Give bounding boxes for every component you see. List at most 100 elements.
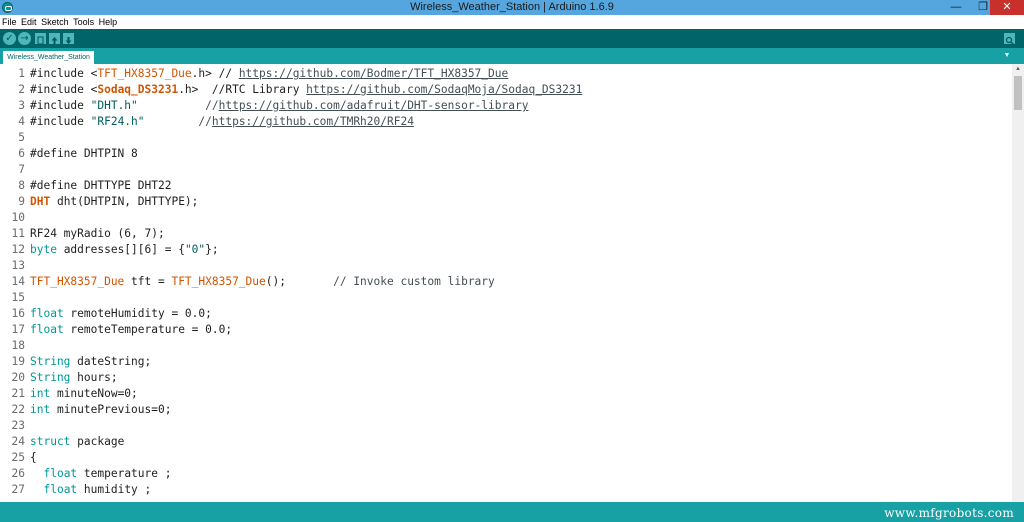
code-token: hours; [70,371,118,384]
code-line[interactable]: 10 [0,210,1012,226]
code-line[interactable]: 17 float remoteTemperature = 0.0; [0,322,1012,338]
code-token: float [30,307,64,320]
code-editor[interactable]: 1 #include <TFT_HX8357_Due.h> // https://… [0,64,1012,502]
code-line[interactable]: 26 float temperature ; [0,466,1012,482]
menu-tools[interactable]: Tools [71,15,94,29]
window-titlebar[interactable]: Wireless_Weather_Station | Arduino 1.6.9… [0,0,1024,15]
scrollbar-thumb[interactable] [1014,76,1022,110]
menu-sketch[interactable]: Sketch [39,15,69,29]
code-line[interactable]: 9 DHT dht(DHTPIN, DHTTYPE); [0,194,1012,210]
code-token: #include < [30,83,98,96]
code-text: float remoteHumidity = 0.0; [30,306,212,322]
line-number: 1 [18,67,25,80]
code-text: #include <TFT_HX8357_Due.h> // https://g… [30,66,508,82]
line-number: 27 [11,483,25,496]
code-line[interactable]: 16 float remoteHumidity = 0.0; [0,306,1012,322]
code-line[interactable]: 25 { [0,450,1012,466]
code-line[interactable]: 21 int minuteNow=0; [0,386,1012,402]
menu-bar: File Edit Sketch Tools Help [0,15,1024,29]
code-token: float [30,323,64,336]
code-token: String [30,371,71,384]
code-line[interactable]: 27 float humidity ; [0,482,1012,498]
line-number: 20 [11,371,25,384]
checkmark-icon: ✓ [5,33,14,44]
code-line[interactable]: 6 #define DHTPIN 8 [0,146,1012,162]
code-line[interactable]: 8 #define DHTTYPE DHT22 [0,178,1012,194]
code-line[interactable]: 1 #include <TFT_HX8357_Due.h> // https://… [0,66,1012,82]
code-token: TFT_HX8357_Due [97,67,192,80]
scroll-up-arrow-icon[interactable]: ▲ [1012,64,1024,74]
code-text: #define DHTTYPE DHT22 [30,178,171,194]
code-line[interactable]: 4 #include "RF24.h" //https://github.com/… [0,114,1012,130]
code-text: TFT_HX8357_Due tft = TFT_HX8357_Due(); /… [30,274,495,290]
code-line[interactable]: 13 [0,258,1012,274]
code-token: dateString; [70,355,152,368]
close-button[interactable]: ✕ [990,0,1024,15]
line-number: 4 [18,115,25,128]
vertical-scrollbar[interactable]: ▲ [1012,64,1024,502]
magnifier-icon [1005,36,1014,45]
code-token: { [30,451,37,464]
code-token: // [137,99,219,112]
code-line[interactable]: 2 #include <Sodaq_DS3231.h> //RTC Library… [0,82,1012,98]
line-number: 15 [11,291,25,304]
new-button[interactable] [35,33,46,45]
code-token: tft = [124,275,172,288]
up-arrow-icon [51,37,58,44]
code-token: int [30,387,51,400]
code-token: minuteNow=0; [50,387,138,400]
code-token: RF24 myRadio (6, 7); [30,227,165,240]
line-number: 5 [18,131,25,144]
url-link[interactable]: https://github.com/adafruit/DHT-sensor-l… [219,99,529,112]
code-token: #define DHTPIN 8 [30,147,138,160]
code-line[interactable]: 18 [0,338,1012,354]
code-line[interactable]: 3 #include "DHT.h" //https://github.com/a… [0,98,1012,114]
code-line[interactable]: 19 String dateString; [0,354,1012,370]
code-line[interactable]: 11 RF24 myRadio (6, 7); [0,226,1012,242]
line-number: 6 [18,147,25,160]
line-number: 25 [11,451,25,464]
code-line[interactable]: 5 [0,130,1012,146]
code-token: TFT_HX8357_Due [171,275,266,288]
code-text: RF24 myRadio (6, 7); [30,226,165,242]
code-line[interactable]: 12 byte addresses[][6] = {"0"}; [0,242,1012,258]
code-token: DHT [30,195,51,208]
upload-button[interactable]: → [18,32,31,45]
code-token: #define DHTTYPE DHT22 [30,179,172,192]
open-button[interactable] [49,33,60,44]
url-link[interactable]: https://github.com/Bodmer/TFT_HX8357_Due [239,67,508,80]
minimize-button[interactable]: — [945,0,967,15]
line-number: 13 [11,259,25,272]
code-line[interactable]: 23 [0,418,1012,434]
url-link[interactable]: https://github.com/SodaqMoja/Sodaq_DS323… [306,83,582,96]
right-arrow-icon: → [20,33,29,44]
code-line[interactable]: 14 TFT_HX8357_Due tft = TFT_HX8357_Due();… [0,274,1012,290]
line-number: 16 [11,307,25,320]
serial-monitor-button[interactable] [1004,33,1015,45]
url-link[interactable]: https://github.com/TMRh20/RF24 [212,115,414,128]
code-line[interactable]: 7 [0,162,1012,178]
code-line[interactable]: 20 String hours; [0,370,1012,386]
line-number: 7 [18,163,25,176]
code-text: struct package [30,434,124,450]
menu-file[interactable]: File [0,15,17,29]
code-token: dht(DHTPIN, DHTTYPE); [50,195,199,208]
tab-menu-chevron-down-icon[interactable]: ▼ [1002,52,1012,60]
code-text: #include <Sodaq_DS3231.h> //RTC Library … [30,82,582,98]
line-number: 10 [11,211,25,224]
verify-button[interactable]: ✓ [3,32,16,45]
code-line[interactable]: 24 struct package [0,434,1012,450]
code-line[interactable]: 22 int minutePrevious=0; [0,402,1012,418]
watermark: www.mfgrobots.com [884,506,1014,520]
code-text: #include "DHT.h" //https://github.com/ad… [30,98,528,114]
menu-help[interactable]: Help [97,15,118,29]
code-token: #include [30,115,91,128]
code-token: // [144,115,212,128]
menu-edit[interactable]: Edit [19,15,37,29]
code-token: TFT_HX8357_Due [30,275,125,288]
code-line[interactable]: 15 [0,290,1012,306]
save-button[interactable] [63,33,74,44]
line-number: 18 [11,339,25,352]
tab-wireless-weather-station[interactable]: Wireless_Weather_Station [3,51,94,64]
line-number: 2 [18,83,25,96]
